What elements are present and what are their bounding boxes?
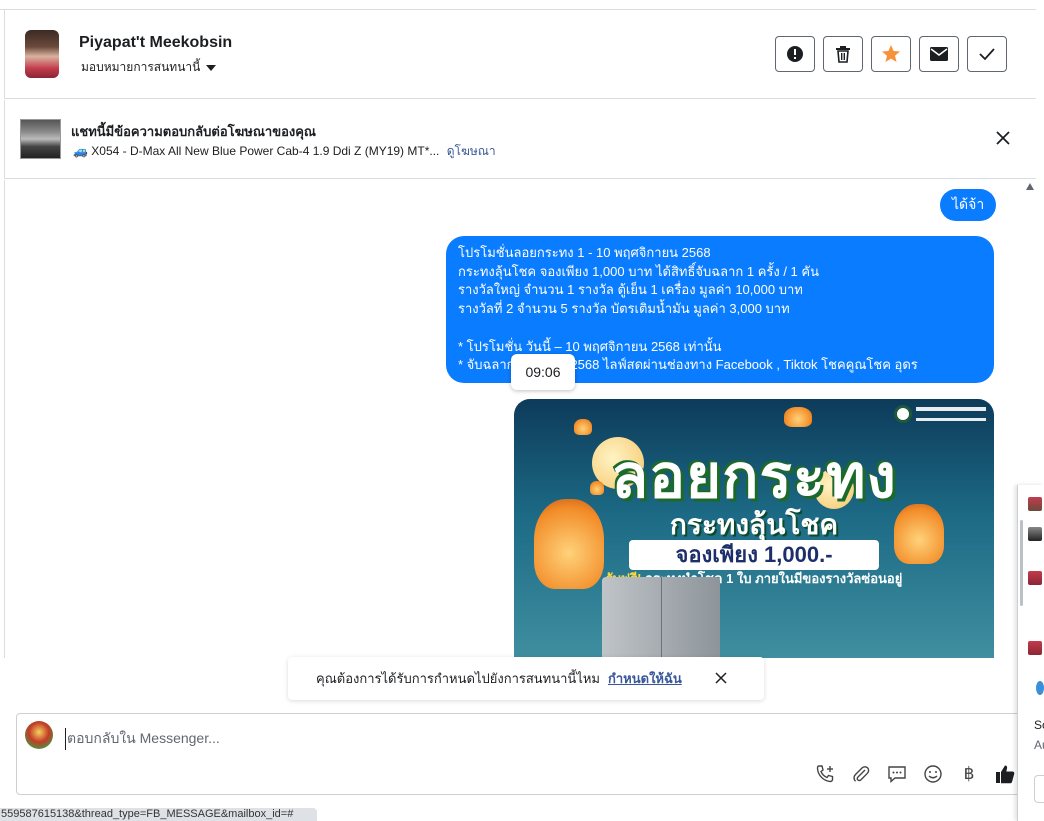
ad-thumbnail[interactable]: [20, 119, 61, 159]
seal-icon: [894, 405, 912, 423]
mark-unread-button[interactable]: [919, 36, 959, 72]
lantern-shape: [784, 407, 812, 427]
panel-text: Au: [1034, 738, 1044, 752]
conversation-thumbnail[interactable]: [1028, 497, 1042, 511]
paperclip-icon: [853, 766, 870, 782]
thumbs-up-icon: [996, 765, 1015, 784]
message-line: โปรโมชั่นลอยกระทง 1 - 10 พฤศจิกายน 2568: [458, 245, 711, 260]
promo-image[interactable]: ลอยกระทง กระทงลุ้นโชค จองเพียง 1,000.- ร…: [514, 399, 994, 658]
like-button[interactable]: [993, 762, 1017, 786]
brand-logo: [894, 405, 986, 423]
baht-icon: ฿: [963, 764, 975, 783]
caret-down-icon: [206, 64, 217, 71]
assign-prompt-text: คุณต้องการได้รับการกำหนดไปยังการสนทนานี้…: [316, 671, 600, 686]
emoji-icon: [924, 765, 942, 783]
inbox-thread-view: Piyapat't Meekobsin มอบหมายการสนทนานี้ แ…: [0, 0, 1044, 821]
side-overlay-panel[interactable]: So Au: [1017, 485, 1044, 821]
phone-plus-icon: [816, 765, 834, 783]
assign-prompt: คุณต้องการได้รับการกำหนดไปยังการสนทนานี้…: [288, 657, 764, 700]
message-line: รางวัลที่ 2 จำนวน 5 รางวัล บัตรเติมน้ำมั…: [458, 301, 790, 317]
payment-button[interactable]: ฿: [957, 762, 981, 786]
conversation-thumbnail[interactable]: [1028, 641, 1042, 655]
message-bubble[interactable]: ได้จ้า: [940, 189, 997, 221]
message-line: [458, 319, 982, 338]
conversation-thumbnail[interactable]: [1028, 527, 1042, 541]
promo-free-line: รับฟรี! กระทงนำโชค 1 ใบ ภายในมีของรางวัล…: [514, 568, 994, 589]
assign-conversation-dropdown[interactable]: มอบหมายการสนทนานี้: [81, 58, 217, 77]
message-line: รางวัลใหญ่ จำนวน 1 รางวัล ตู้เย็น 1 เครื…: [458, 282, 803, 298]
fridge-image: [602, 577, 720, 658]
check-icon: [979, 48, 995, 61]
message-line: กระทงลุ้นโชค จองเพียง 1,000 บาท ได้สิทธิ…: [458, 263, 819, 279]
saved-replies-button[interactable]: [885, 762, 909, 786]
composer-tools: ฿: [813, 762, 1017, 786]
close-icon[interactable]: [993, 128, 1013, 148]
ad-banner-title: แชทนี้มีข้อความตอบกลับต่อโฆษณาของคุณ: [71, 124, 316, 139]
page-avatar: [25, 721, 53, 749]
mark-spam-button[interactable]: [775, 36, 815, 72]
panel-scrollbar[interactable]: [1020, 520, 1023, 606]
assign-to-me-link[interactable]: กำหนดให้ฉัน: [608, 668, 682, 689]
delete-button[interactable]: [823, 36, 863, 72]
app-icon[interactable]: [1036, 681, 1044, 695]
call-button[interactable]: [813, 762, 837, 786]
ad-reply-banner: แชทนี้มีข้อความตอบกลับต่อโฆษณาของคุณ 🚙 X…: [4, 100, 1036, 179]
panel-button[interactable]: [1034, 775, 1044, 803]
mail-icon: [930, 47, 948, 61]
message-list[interactable]: ได้จ้า โปรโมชั่นลอยกระทง 1 - 10 พฤศจิกาย…: [4, 180, 1026, 658]
alert-icon: [787, 46, 803, 62]
close-icon[interactable]: [714, 671, 728, 685]
trash-icon: [836, 46, 850, 63]
message-composer: ตอบกลับใน Messenger... ฿: [16, 713, 1026, 795]
contact-avatar[interactable]: [25, 30, 59, 78]
header-actions: [775, 36, 1007, 72]
timestamp-tooltip: 09:06: [511, 354, 575, 390]
contact-name[interactable]: Piyapat't Meekobsin: [79, 34, 232, 52]
ad-banner-subtitle: 🚙 X054 - D-Max All New Blue Power Cab-4 …: [73, 142, 496, 161]
reply-input[interactable]: ตอบกลับใน Messenger...: [65, 728, 220, 750]
promo-price-banner: จองเพียง 1,000.-: [629, 540, 879, 570]
assign-label: มอบหมายการสนทนานี้: [81, 60, 201, 74]
attach-button[interactable]: [849, 762, 873, 786]
panel-text: So: [1034, 718, 1044, 732]
logo-wordmark: [916, 407, 986, 421]
star-button[interactable]: [871, 36, 911, 72]
mark-done-button[interactable]: [967, 36, 1007, 72]
emoji-button[interactable]: [921, 762, 945, 786]
saved-reply-icon: [888, 766, 906, 784]
thread-header: Piyapat't Meekobsin มอบหมายการสนทนานี้: [4, 10, 1036, 99]
browser-status-url: 559587615138&thread_type=FB_MESSAGE&mail…: [0, 808, 317, 821]
ad-name: 🚙 X054 - D-Max All New Blue Power Cab-4 …: [73, 144, 440, 158]
star-icon: [882, 45, 900, 62]
scroll-up-arrow-icon[interactable]: [1026, 183, 1034, 190]
view-ad-link[interactable]: ดูโฆษณา: [447, 144, 496, 158]
conversation-thumbnail[interactable]: [1028, 571, 1042, 585]
top-divider: [0, 0, 1036, 10]
